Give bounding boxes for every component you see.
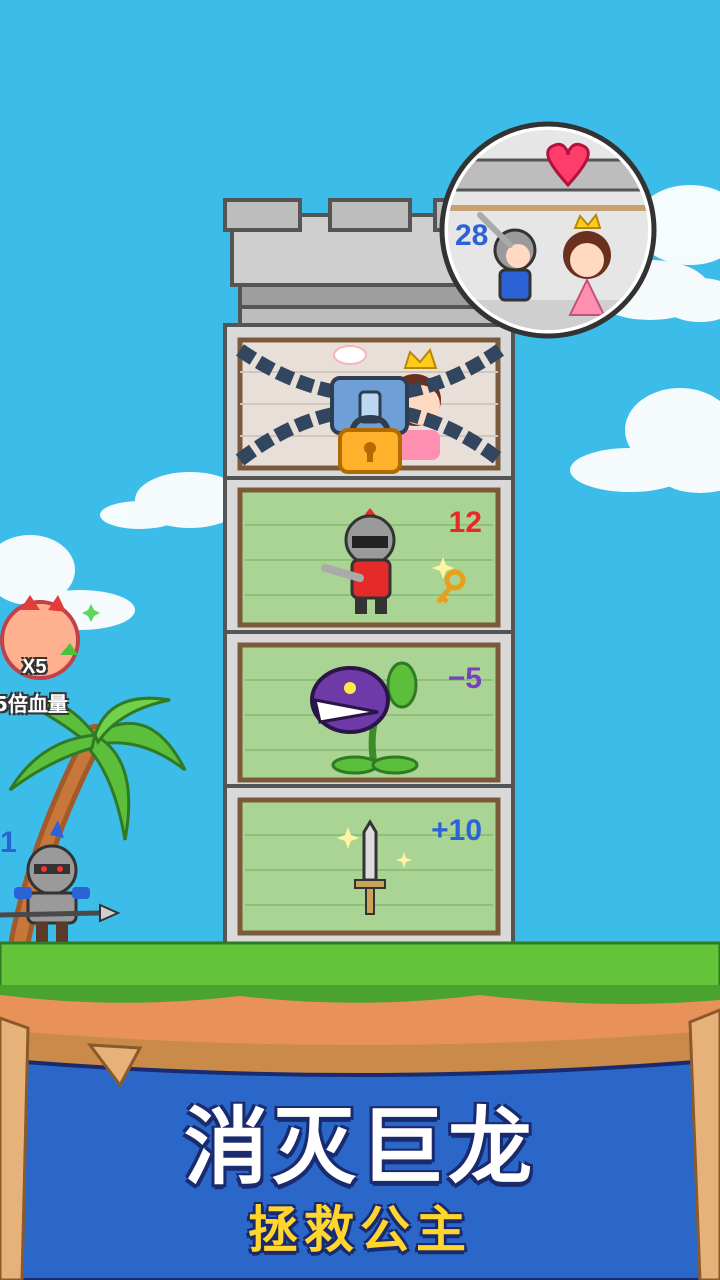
hero-power: 1 xyxy=(0,826,17,859)
preview-hero-power: 28 xyxy=(455,219,488,252)
sword-item-value: +10 xyxy=(431,814,482,847)
game-subtitle: 拯救公主 xyxy=(248,1201,472,1259)
knight-enemy-value: 12 xyxy=(449,506,482,539)
boost-multiplier: X5 xyxy=(22,656,47,678)
boost-label: 5倍血量 xyxy=(0,692,68,716)
princess-room xyxy=(235,337,505,474)
game-title: 消灭巨龙 xyxy=(183,1098,536,1196)
piranha-plant-value: −5 xyxy=(448,662,482,695)
